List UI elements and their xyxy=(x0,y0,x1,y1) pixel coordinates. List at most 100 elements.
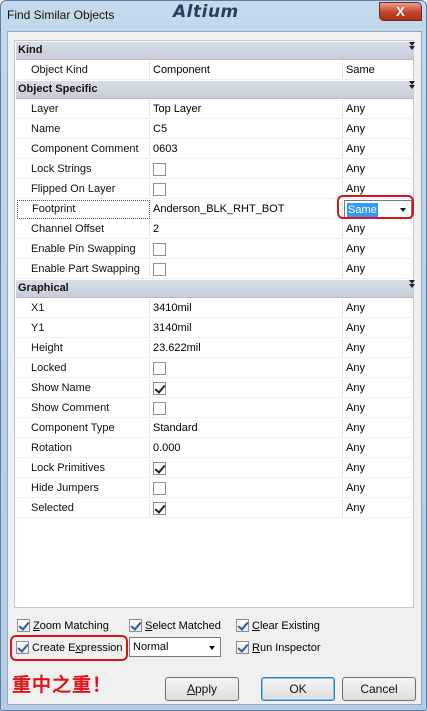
property-value[interactable]: 2 xyxy=(151,220,343,239)
checkbox-icon[interactable] xyxy=(153,263,166,276)
property-operator[interactable]: Any xyxy=(344,240,412,259)
category-label: Graphical xyxy=(18,282,69,294)
property-operator[interactable]: Any xyxy=(344,359,412,378)
checkbox-icon[interactable] xyxy=(153,462,166,475)
checkbox-icon[interactable] xyxy=(153,502,166,515)
property-name: Show Name xyxy=(17,379,150,398)
property-operator[interactable]: Any xyxy=(344,160,412,179)
property-name: Lock Primitives xyxy=(17,459,150,478)
property-name: Component Type xyxy=(17,419,150,438)
property-checkbox-cell[interactable] xyxy=(151,260,343,279)
close-button[interactable]: X xyxy=(379,2,422,21)
property-value[interactable]: 0.000 xyxy=(151,439,343,458)
property-name: Height xyxy=(17,339,150,358)
property-name: Layer xyxy=(17,100,150,119)
property-row-lock-strings: Lock Strings Any xyxy=(16,160,413,180)
property-operator[interactable]: Any xyxy=(344,339,412,358)
property-operator[interactable]: Any xyxy=(344,260,412,279)
checkbox-icon[interactable] xyxy=(153,362,166,375)
property-operator[interactable]: Any xyxy=(344,299,412,318)
property-checkbox-cell[interactable] xyxy=(151,160,343,179)
ok-button[interactable]: OK xyxy=(261,677,335,701)
property-operator[interactable]: Any xyxy=(344,100,412,119)
property-checkbox-cell[interactable] xyxy=(151,240,343,259)
property-value[interactable]: Standard xyxy=(151,419,343,438)
property-value[interactable]: Top Layer xyxy=(151,100,343,119)
checkbox-icon[interactable] xyxy=(153,183,166,196)
property-operator[interactable]: Any xyxy=(344,319,412,338)
property-name: Footprint xyxy=(17,200,150,219)
property-value[interactable]: Component xyxy=(151,61,343,80)
property-operator[interactable]: Any xyxy=(344,439,412,458)
property-row-y1: Y1 3140mil Any xyxy=(16,319,413,339)
checkbox-icon[interactable] xyxy=(153,402,166,415)
property-operator[interactable]: Any xyxy=(344,479,412,498)
property-operator[interactable]: Any xyxy=(344,459,412,478)
property-name: Show Comment xyxy=(17,399,150,418)
property-name: X1 xyxy=(17,299,150,318)
category-label: Object Specific xyxy=(18,83,98,95)
property-row-lock-primitives: Lock Primitives Any xyxy=(16,459,413,479)
property-operator[interactable]: Any xyxy=(344,140,412,159)
property-name: Name xyxy=(17,120,150,139)
property-checkbox-cell[interactable] xyxy=(151,399,343,418)
checkbox-icon[interactable] xyxy=(153,382,166,395)
property-checkbox-cell[interactable] xyxy=(151,459,343,478)
property-grid: Kind Object Kind Component Same Object Speci… xyxy=(14,40,415,608)
property-operator[interactable]: Any xyxy=(344,120,412,139)
property-row-locked: Locked Any xyxy=(16,359,413,379)
property-name: Enable Part Swapping xyxy=(17,260,150,279)
property-row-rotation: Rotation 0.000 Any xyxy=(16,439,413,459)
category-graphical[interactable]: Graphical xyxy=(16,280,415,298)
property-operator[interactable]: Any xyxy=(344,499,412,518)
property-row-hide-jumpers: Hide Jumpers Any xyxy=(16,479,413,499)
property-row-x1: X1 3410mil Any xyxy=(16,299,413,319)
property-checkbox-cell[interactable] xyxy=(151,379,343,398)
clear-existing-checkbox[interactable] xyxy=(236,619,249,632)
property-checkbox-cell[interactable] xyxy=(151,479,343,498)
property-operator[interactable]: Any xyxy=(344,419,412,438)
altium-logo: Altium xyxy=(173,2,239,22)
property-checkbox-cell[interactable] xyxy=(151,180,343,199)
property-row-layer: Layer Top Layer Any xyxy=(16,100,413,120)
checkbox-icon[interactable] xyxy=(153,163,166,176)
property-operator[interactable]: Any xyxy=(344,220,412,239)
cancel-button[interactable]: Cancel xyxy=(342,677,416,701)
property-value[interactable]: Anderson_BLK_RHT_BOT xyxy=(151,200,343,219)
property-row-channel-offset: Channel Offset 2 Any xyxy=(16,220,413,240)
select-matched-checkbox[interactable] xyxy=(129,619,142,632)
property-checkbox-cell[interactable] xyxy=(151,359,343,378)
close-icon: X xyxy=(396,4,405,19)
category-label: Kind xyxy=(18,44,43,56)
property-name: Enable Pin Swapping xyxy=(17,240,150,259)
property-name: Y1 xyxy=(17,319,150,338)
property-row-show-name: Show Name Any xyxy=(16,379,413,399)
property-operator[interactable]: Any xyxy=(344,399,412,418)
property-value[interactable]: 3140mil xyxy=(151,319,343,338)
property-value[interactable]: 0603 xyxy=(151,140,343,159)
property-row-show-comment: Show Comment Any xyxy=(16,399,413,419)
checkbox-icon[interactable] xyxy=(153,243,166,256)
zoom-matching-checkbox[interactable] xyxy=(17,619,30,632)
property-row-selected: Selected Any xyxy=(16,499,413,519)
checkbox-icon[interactable] xyxy=(153,482,166,495)
property-checkbox-cell[interactable] xyxy=(151,499,343,518)
property-name: Locked xyxy=(17,359,150,378)
property-operator[interactable]: Any xyxy=(344,379,412,398)
property-name: Channel Offset xyxy=(17,220,150,239)
property-name: Component Comment xyxy=(17,140,150,159)
property-operator[interactable]: Same xyxy=(344,61,412,80)
run-inspector-checkbox[interactable] xyxy=(236,641,249,654)
category-kind[interactable]: Kind xyxy=(16,42,415,60)
property-value[interactable]: C5 xyxy=(151,120,343,139)
property-name: Object Kind xyxy=(17,61,150,80)
property-name: Rotation xyxy=(17,439,150,458)
property-name: Lock Strings xyxy=(17,160,150,179)
apply-button[interactable]: Apply xyxy=(165,677,239,701)
property-row-name: Name C5 Any xyxy=(16,120,413,140)
property-value[interactable]: 3410mil xyxy=(151,299,343,318)
property-value[interactable]: 23.622mil xyxy=(151,339,343,358)
title-bar: Find Similar Objects Altium X xyxy=(1,1,426,31)
category-object-specific[interactable]: Object Specific xyxy=(16,81,415,99)
mask-mode-select[interactable]: Normal xyxy=(129,637,221,657)
